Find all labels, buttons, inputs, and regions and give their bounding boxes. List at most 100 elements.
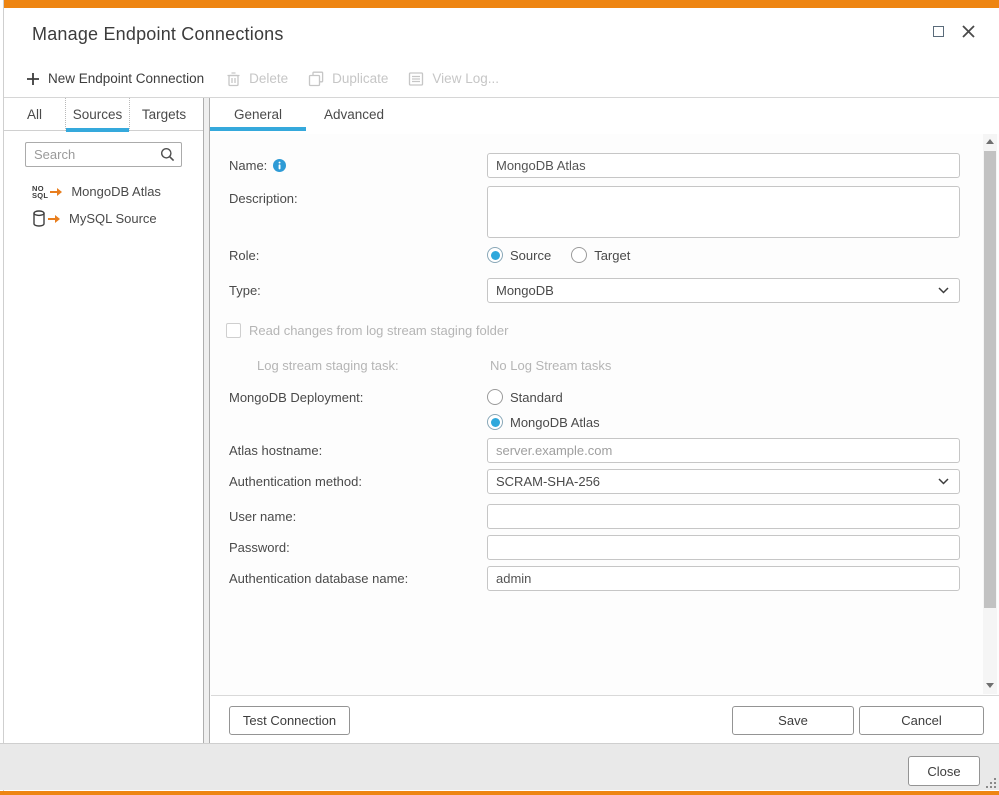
deployment-standard-radio[interactable]: Standard (487, 389, 563, 405)
delete-label: Delete (249, 71, 288, 86)
role-label: Role: (229, 248, 487, 263)
endpoint-sidebar: All Sources Targets NO SQL (4, 98, 203, 743)
close-window-icon[interactable] (962, 25, 975, 38)
detail-tab-bar: General Advanced (210, 98, 999, 134)
description-label: Description: (229, 186, 487, 206)
endpoint-detail-panel: General Advanced Name: Description: (210, 98, 999, 743)
radio-selected-icon (487, 414, 503, 430)
window-bottom-accent-bar (0, 791, 999, 795)
delete-button: Delete (226, 71, 288, 87)
radio-unselected-icon (487, 389, 503, 405)
log-stream-checkbox-row: Read changes from log stream staging fol… (226, 323, 960, 338)
nosql-icon: NO SQL (32, 185, 48, 199)
new-endpoint-connection-button[interactable]: New Endpoint Connection (26, 71, 204, 86)
duplicate-button: Duplicate (308, 71, 388, 87)
name-input[interactable] (487, 153, 960, 178)
page-title: Manage Endpoint Connections (32, 24, 284, 45)
tab-sources[interactable]: Sources (66, 98, 130, 131)
name-label: Name: (229, 158, 267, 173)
view-log-label: View Log... (432, 71, 499, 86)
resize-grip-icon[interactable] (986, 778, 996, 788)
plus-icon (26, 72, 40, 86)
window-top-accent-bar (4, 0, 999, 8)
radio-unselected-icon (571, 247, 587, 263)
chevron-down-icon (938, 478, 949, 485)
name-row: Name: (229, 153, 960, 178)
deployment-label: MongoDB Deployment: (229, 390, 487, 405)
scrollbar-thumb[interactable] (984, 151, 996, 608)
chevron-down-icon (938, 287, 949, 294)
tab-advanced[interactable]: Advanced (306, 98, 402, 131)
log-stream-task-label: Log stream staging task: (229, 353, 490, 373)
search-icon[interactable] (160, 147, 175, 162)
auth-db-label: Authentication database name: (229, 566, 487, 586)
endpoint-label: MongoDB Atlas (71, 184, 161, 199)
deployment-atlas-radio[interactable]: MongoDB Atlas (487, 414, 600, 430)
endpoint-label: MySQL Source (69, 211, 157, 226)
new-endpoint-connection-label: New Endpoint Connection (48, 71, 204, 86)
password-row: Password: (229, 535, 960, 560)
scroll-down-icon[interactable] (983, 678, 997, 692)
search-box (25, 142, 182, 167)
duplicate-icon (308, 71, 324, 87)
main-area: All Sources Targets NO SQL (4, 97, 999, 743)
description-input[interactable] (487, 186, 960, 238)
general-form: Name: Description: Role: (210, 134, 999, 695)
log-list-icon (408, 71, 424, 87)
log-stream-checkbox (226, 323, 241, 338)
password-label: Password: (229, 535, 487, 555)
duplicate-label: Duplicate (332, 71, 388, 86)
info-icon[interactable] (273, 159, 286, 172)
deployment-row: MongoDB Deployment: Standard (229, 389, 960, 405)
description-row: Description: (229, 186, 960, 241)
panel-splitter[interactable] (203, 98, 210, 743)
source-arrow-icon (48, 214, 61, 224)
type-label: Type: (229, 278, 487, 298)
type-select[interactable]: MongoDB (487, 278, 960, 303)
password-input[interactable] (487, 535, 960, 560)
toolbar: New Endpoint Connection Delete Duplicate… (4, 60, 999, 97)
role-row: Role: Source Target (229, 247, 960, 263)
user-name-label: User name: (229, 504, 487, 524)
auth-method-label: Authentication method: (229, 469, 487, 489)
log-stream-task-row: Log stream staging task: No Log Stream t… (229, 353, 960, 373)
list-item-mongodb-atlas[interactable]: NO SQL MongoDB Atlas (4, 178, 203, 205)
close-button[interactable]: Close (908, 756, 980, 786)
trash-icon (226, 71, 241, 87)
test-connection-button[interactable]: Test Connection (229, 706, 350, 735)
atlas-hostname-input[interactable] (487, 438, 960, 463)
view-log-button: View Log... (408, 71, 499, 87)
log-stream-checkbox-label: Read changes from log stream staging fol… (249, 323, 508, 338)
dialog-footer: Close (0, 743, 999, 790)
auth-db-row: Authentication database name: (229, 566, 960, 591)
atlas-hostname-row: Atlas hostname: (229, 438, 960, 463)
scroll-up-icon[interactable] (983, 134, 997, 148)
endpoint-list: NO SQL MongoDB Atlas (4, 178, 203, 232)
deployment-atlas-row: MongoDB Atlas (229, 414, 960, 430)
save-button[interactable]: Save (732, 706, 854, 735)
auth-method-select[interactable]: SCRAM-SHA-256 (487, 469, 960, 494)
auth-method-row: Authentication method: SCRAM-SHA-256 (229, 469, 960, 494)
user-name-input[interactable] (487, 504, 960, 529)
form-scrollbar[interactable] (983, 134, 997, 694)
search-input[interactable] (26, 147, 160, 162)
user-name-row: User name: (229, 504, 960, 529)
role-target-radio[interactable]: Target (571, 247, 630, 263)
manage-endpoint-connections-dialog: Manage Endpoint Connections New Endpoint… (0, 0, 999, 795)
titlebar: Manage Endpoint Connections (4, 8, 999, 60)
sidebar-tab-bar: All Sources Targets (4, 98, 203, 131)
log-stream-task-value: No Log Stream tasks (490, 353, 960, 373)
auth-db-input[interactable] (487, 566, 960, 591)
radio-selected-icon (487, 247, 503, 263)
source-arrow-icon (50, 187, 63, 197)
role-source-radio[interactable]: Source (487, 247, 551, 263)
type-row: Type: MongoDB (229, 278, 960, 303)
atlas-hostname-label: Atlas hostname: (229, 438, 487, 458)
maximize-icon[interactable] (933, 26, 944, 37)
tab-all[interactable]: All (4, 98, 66, 131)
list-item-mysql-source[interactable]: MySQL Source (4, 205, 203, 232)
tab-targets[interactable]: Targets (130, 98, 198, 131)
form-action-row: Test Connection Save Cancel (210, 696, 999, 744)
tab-general[interactable]: General (210, 98, 306, 131)
cancel-button[interactable]: Cancel (859, 706, 984, 735)
